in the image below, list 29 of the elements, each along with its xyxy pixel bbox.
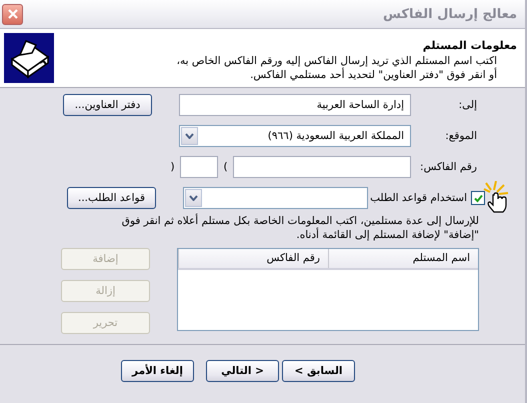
close-button[interactable] (2, 4, 23, 24)
dialing-rules-dropdown[interactable] (183, 187, 368, 209)
recipients-list[interactable]: اسم المستلم رقم الفاكس (177, 248, 479, 331)
header-title: معلومات المستلم (422, 38, 517, 52)
to-label: إلى: (458, 99, 477, 111)
header-description: اكتب اسم المستلم الذي تريد إرسال الفاكس إليه ورقم الفاكس الخاص به، (176, 54, 498, 68)
close-icon (6, 8, 18, 20)
fax-number-field[interactable] (233, 156, 411, 178)
checkbox[interactable] (471, 191, 485, 205)
wizard-button[interactable]: التالي > (206, 360, 279, 382)
dialing-rules-button[interactable]: قواعد الطلب... (67, 187, 156, 209)
wizard-button[interactable]: < السابق (282, 360, 355, 382)
location-label: الموقع: (444, 130, 477, 142)
wizard-button[interactable]: إلغاء الأمر (121, 360, 194, 382)
parenthesis: ) (169, 161, 176, 173)
fax-machine-icon (4, 33, 54, 83)
hand-cursor-icon (481, 181, 511, 215)
fax-number-label: رقم الفاكس: (419, 161, 477, 173)
column-header[interactable]: رقم الفاكس (178, 249, 328, 268)
parenthesis: ( (222, 161, 229, 173)
header-description: أو انقر فوق "دفتر العناوين" لتحديد أحد مستلمي الفاكس. (249, 68, 498, 82)
instructions-text: للإرسال إلى عدة مستلمين، اكتب المعلومات الخاصة بكل مستلم أعلاه ثم انقر فوق "إضافة" لإضافة المستلم إلى القائمة أدناه. (122, 214, 479, 242)
to-field[interactable]: إدارة الساحة العربية (179, 94, 411, 116)
window-title: معالج إرسال الفاكس (383, 6, 517, 22)
location-dropdown[interactable]: المملكة العربية السعودية (٩٦٦) (179, 125, 411, 147)
dialing-rules-label: استخدام قواعد الطلب (370, 192, 467, 204)
address-book-button[interactable]: دفتر العناوين... (63, 94, 152, 116)
column-header[interactable]: اسم المستلم (328, 249, 478, 268)
area-code-field[interactable] (180, 156, 218, 178)
